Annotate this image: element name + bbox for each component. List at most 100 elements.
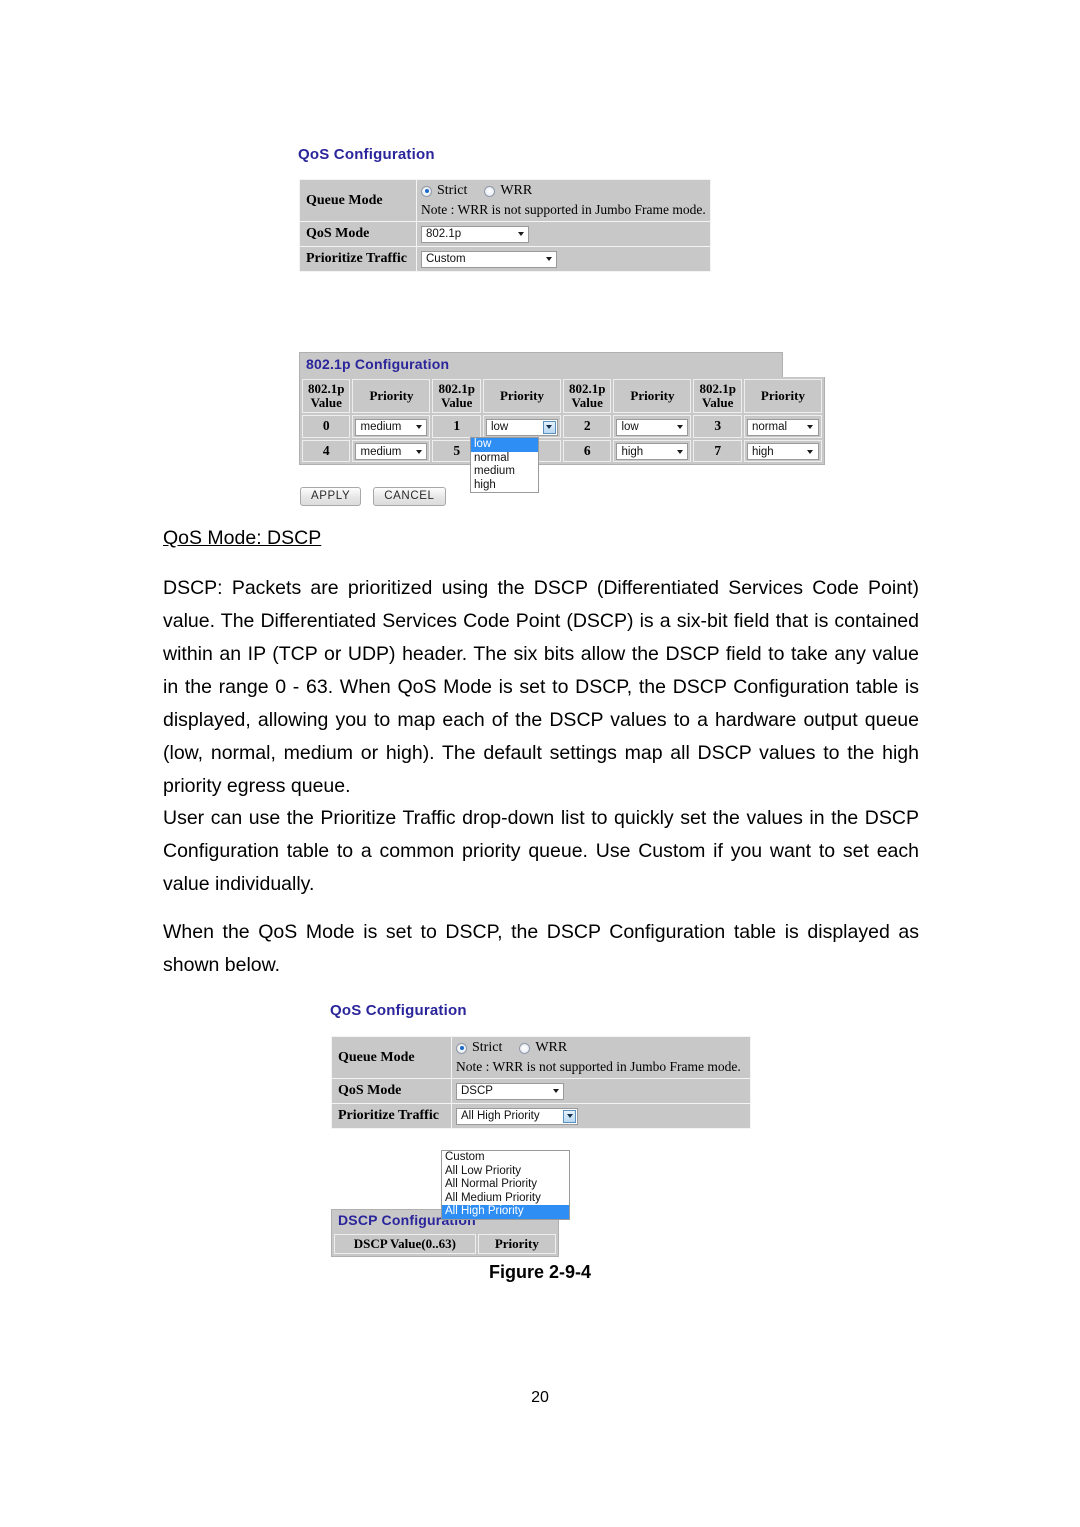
wrr-radio-label: WRR [535, 1040, 568, 1055]
dot1p-value-cell: 3 [693, 415, 742, 438]
table-row: 4 medium 5 6 high 7 high [302, 439, 822, 462]
chevron-down-icon [412, 421, 425, 434]
queue-mode-radio-group: Strict WRR [417, 180, 710, 200]
table-row: 0 medium 1 low 2 low 3 normal [302, 415, 822, 438]
top-panel-title: QoS Configuration [298, 146, 435, 163]
strict-radio[interactable] [421, 185, 432, 197]
priority-select-value: low [621, 421, 639, 433]
dot1p-value-cell: 0 [302, 415, 351, 438]
apply-button[interactable]: APPLY [300, 487, 362, 506]
priority-cell: medium [352, 439, 431, 462]
bottom-panel-title: QoS Configuration [330, 1002, 467, 1019]
qos-mode-select[interactable]: 802.1p [421, 225, 529, 243]
dropdown-option-custom[interactable]: Custom [442, 1151, 569, 1165]
dropdown-option-medium[interactable]: medium [471, 465, 538, 479]
qos-mode-select[interactable]: DSCP [456, 1082, 564, 1100]
priority-header: Priority [482, 379, 561, 413]
dropdown-option-normal[interactable]: normal [471, 452, 538, 466]
priority-cell: high [613, 439, 692, 462]
priority-select[interactable]: low [616, 418, 689, 436]
dscp-value-header: DSCP Value(0..63) [334, 1234, 476, 1254]
prioritize-traffic-row: Prioritize Traffic Custom [299, 246, 711, 272]
dot1p-value-cell: 2 [562, 415, 612, 438]
qos-mode-value-cell: DSCP [451, 1078, 751, 1104]
priority-cell: medium [352, 415, 431, 438]
dropdown-option-low[interactable]: low [471, 438, 538, 452]
priority-select[interactable]: high [616, 443, 689, 460]
chevron-down-icon [673, 421, 686, 434]
priority-cell: normal [743, 415, 822, 438]
chevron-down-icon [563, 1109, 576, 1123]
prioritize-traffic-select-value: Custom [426, 253, 466, 266]
dot1p-table: 802.1p Value Priority 802.1p Value Prior… [299, 377, 825, 465]
dot1p-value-header: 802.1p Value [693, 379, 742, 413]
dropdown-option-all-high-priority[interactable]: All High Priority [442, 1205, 569, 1219]
figure-caption: Figure 2-9-4 [488, 1262, 592, 1282]
priority-select[interactable]: normal [746, 418, 819, 436]
queue-mode-row: Queue Mode Strict WRR Note : WRR is not … [331, 1036, 751, 1079]
queue-mode-value-cell: Strict WRR Note : WRR is not supported i… [416, 179, 711, 222]
prioritize-traffic-select-open[interactable]: All High Priority [456, 1107, 578, 1125]
cancel-button[interactable]: CANCEL [373, 487, 446, 506]
dscp-header-row: DSCP Value(0..63) Priority [334, 1234, 556, 1254]
dscp-table: DSCP Value(0..63) Priority [331, 1232, 559, 1257]
priority-select[interactable]: medium [355, 418, 428, 436]
dropdown-option-all-low-priority[interactable]: All Low Priority [442, 1165, 569, 1179]
dropdown-option-all-normal-priority[interactable]: All Normal Priority [442, 1178, 569, 1192]
qos-mode-row: QoS Mode DSCP [331, 1078, 751, 1104]
queue-mode-value-cell: Strict WRR Note : WRR is not supported i… [451, 1036, 751, 1079]
chevron-down-icon [673, 445, 686, 458]
queue-mode-note: Note : WRR is not supported in Jumbo Fra… [456, 1059, 741, 1074]
prioritize-traffic-value-cell: All High Priority [451, 1103, 751, 1129]
priority-header: Priority [743, 379, 822, 413]
dot1p-value-cell: 6 [562, 439, 612, 462]
priority-header: Priority [613, 379, 692, 413]
dot1p-header-row: 802.1p Value Priority 802.1p Value Prior… [302, 379, 822, 413]
wrr-radio-label: WRR [500, 183, 533, 198]
dropdown-option-all-medium-priority[interactable]: All Medium Priority [442, 1192, 569, 1206]
priority-select[interactable]: high [746, 443, 819, 460]
dot1p-configuration-panel: 802.1p Configuration 802.1p Value Priori… [299, 352, 825, 465]
chevron-down-icon [804, 421, 817, 434]
prioritize-traffic-label: Prioritize Traffic [331, 1103, 452, 1129]
queue-mode-radio-group: Strict WRR [452, 1037, 750, 1057]
priority-select-open[interactable]: low [485, 418, 558, 436]
priority-dropdown-list[interactable]: low normal medium high [470, 437, 539, 493]
strict-radio-label: Strict [472, 1040, 503, 1055]
dot1p-value-cell: 4 [302, 439, 351, 462]
queue-mode-label: Queue Mode [299, 179, 417, 222]
dropdown-option-high[interactable]: high [471, 479, 538, 493]
chevron-down-icon [412, 445, 425, 458]
queue-mode-note: Note : WRR is not supported in Jumbo Fra… [421, 202, 706, 217]
priority-select[interactable]: medium [355, 443, 428, 460]
priority-cell: low [613, 415, 692, 438]
dot1p-value-header: 802.1p Value [302, 379, 351, 413]
priority-select-value: normal [751, 421, 788, 433]
priority-select-value: high [751, 445, 774, 458]
prioritize-traffic-label: Prioritize Traffic [299, 246, 417, 272]
qos-mode-row: QoS Mode 802.1p [299, 221, 711, 247]
qos-mode-select-value: 802.1p [426, 228, 462, 241]
qos-mode-label: QoS Mode [331, 1078, 452, 1104]
queue-mode-label: Queue Mode [331, 1036, 452, 1079]
section-heading: QoS Mode: DSCP [163, 527, 322, 549]
top-qos-configuration-table: Queue Mode Strict WRR Note : WRR is not … [299, 179, 711, 272]
dot1p-value-header: 802.1p Value [562, 379, 612, 413]
prioritize-traffic-select[interactable]: Custom [421, 250, 557, 268]
prioritize-traffic-row: Prioritize Traffic All High Priority [331, 1103, 751, 1129]
wrr-radio[interactable] [484, 185, 496, 197]
qos-mode-value-cell: 802.1p [416, 221, 711, 247]
paragraph-1: DSCP: Packets are prioritized using the … [163, 577, 919, 797]
queue-mode-row: Queue Mode Strict WRR Note : WRR is not … [299, 179, 711, 222]
prioritize-traffic-select-value: All High Priority [461, 1110, 540, 1123]
qos-mode-select-value: DSCP [461, 1085, 493, 1098]
priority-select-value: medium [360, 445, 402, 458]
chevron-down-icon [542, 420, 556, 434]
wrr-radio[interactable] [519, 1042, 531, 1054]
bottom-qos-configuration-table: Queue Mode Strict WRR Note : WRR is not … [331, 1036, 751, 1129]
dot1p-value-cell: 7 [693, 439, 742, 462]
strict-radio[interactable] [456, 1042, 467, 1054]
strict-radio-label: Strict [437, 183, 468, 198]
prioritize-traffic-dropdown-list[interactable]: Custom All Low Priority All Normal Prior… [441, 1150, 570, 1220]
page-number: 20 [531, 1389, 549, 1406]
